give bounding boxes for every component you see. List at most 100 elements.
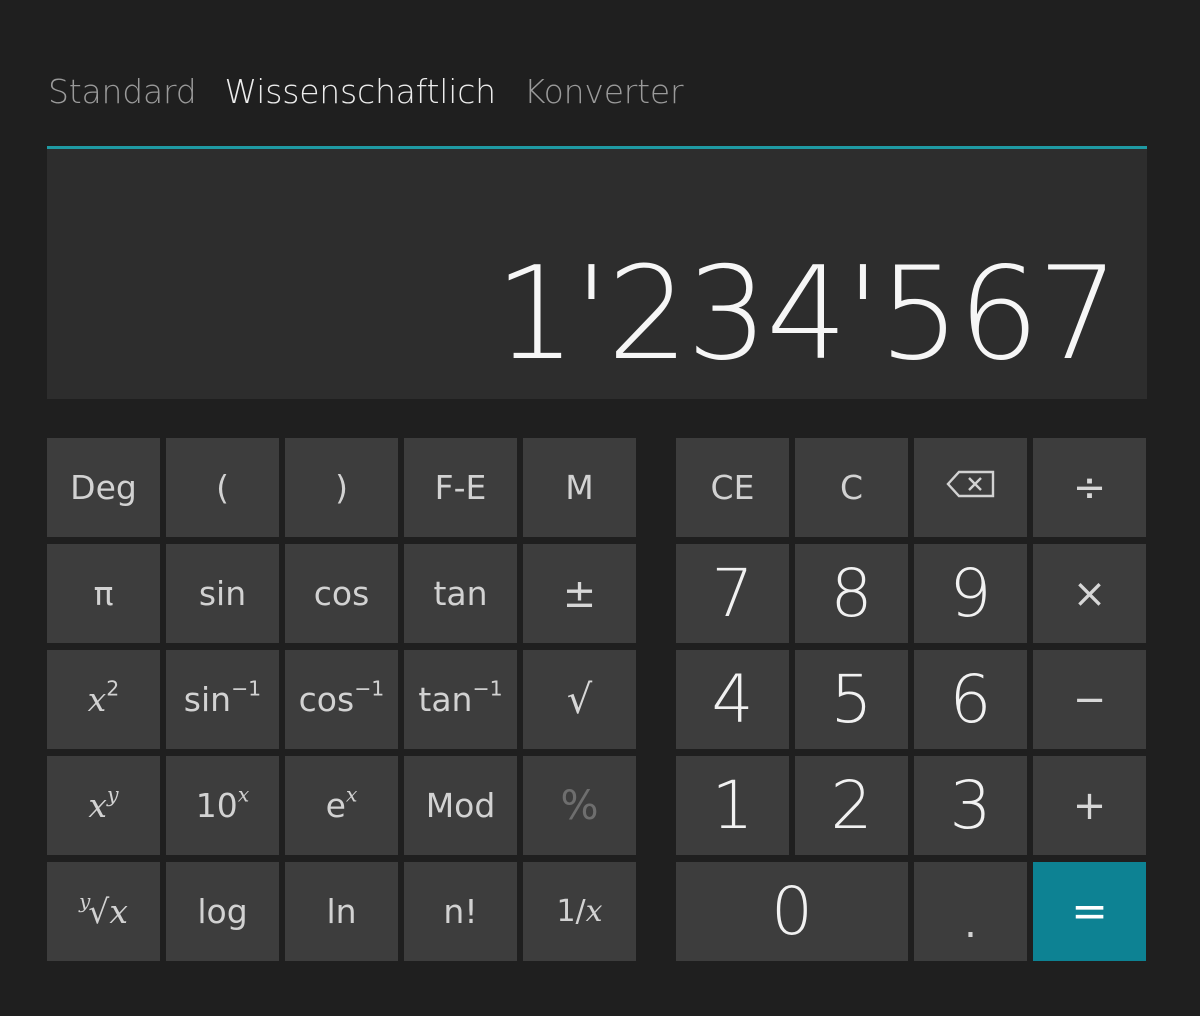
multiply-button[interactable]: × [1033, 544, 1146, 643]
asin-button[interactable]: sin−1 [166, 650, 279, 749]
tan-button[interactable]: tan [404, 544, 517, 643]
clear-entry-button[interactable]: CE [676, 438, 789, 537]
plus-minus-label: ± [562, 570, 597, 617]
equals-button[interactable]: = [1033, 862, 1146, 961]
fe-button[interactable]: F-E [404, 438, 517, 537]
digit-9-button[interactable]: 9 [914, 544, 1027, 643]
ten-power-button[interactable]: 10x [166, 756, 279, 855]
deg-button[interactable]: Deg [47, 438, 160, 537]
sqrt-label: √ [566, 676, 593, 723]
ten-power-exponent: x [237, 782, 250, 807]
divide-button[interactable]: ÷ [1033, 438, 1146, 537]
digit-5-label: 5 [830, 661, 873, 738]
tan-label: tan [433, 574, 488, 613]
exp-button[interactable]: ex [285, 756, 398, 855]
tab-scientific[interactable]: Wissenschaftlich [225, 72, 497, 111]
pi-button[interactable]: π [47, 544, 160, 643]
plus-label: + [1072, 782, 1107, 829]
ln-button[interactable]: ln [285, 862, 398, 961]
log-button[interactable]: log [166, 862, 279, 961]
acos-exponent: −1 [354, 676, 385, 701]
decimal-button[interactable]: . [914, 862, 1027, 961]
acos-button[interactable]: cos−1 [285, 650, 398, 749]
log-label: log [197, 892, 248, 931]
digit-5-button[interactable]: 5 [795, 650, 908, 749]
ln-label: ln [326, 892, 357, 931]
mod-button[interactable]: Mod [404, 756, 517, 855]
sin-button[interactable]: sin [166, 544, 279, 643]
plus-minus-button[interactable]: ± [523, 544, 636, 643]
nth-root-button[interactable]: y√x [47, 862, 160, 961]
square-exponent: 2 [106, 676, 120, 701]
asin-base: sin [183, 680, 232, 719]
close-paren-label: ) [335, 468, 348, 507]
open-paren-button[interactable]: ( [166, 438, 279, 537]
pi-label: π [93, 574, 114, 613]
exp-label: ex [325, 782, 358, 825]
digit-3-button[interactable]: 3 [914, 756, 1027, 855]
atan-exponent: −1 [472, 676, 503, 701]
digit-4-button[interactable]: 4 [676, 650, 789, 749]
percent-label: % [560, 782, 599, 829]
clear-button[interactable]: C [795, 438, 908, 537]
open-paren-label: ( [216, 468, 229, 507]
digit-7-button[interactable]: 7 [676, 544, 789, 643]
percent-button[interactable]: % [523, 756, 636, 855]
sqrt-button[interactable]: √ [523, 650, 636, 749]
display-value: 1'234'567 [494, 240, 1119, 389]
cos-button[interactable]: cos [285, 544, 398, 643]
power-label: xy [88, 782, 119, 825]
factorial-button[interactable]: n! [404, 862, 517, 961]
cos-label: cos [313, 574, 370, 613]
sin-label: sin [198, 574, 247, 613]
ten-power-label: 10x [195, 782, 250, 825]
mode-tabs: Standard Wissenschaftlich Konverter [48, 72, 684, 122]
minus-button[interactable]: − [1033, 650, 1146, 749]
square-base: x [87, 680, 107, 719]
digit-3-label: 3 [949, 767, 992, 844]
ten-power-base: 10 [195, 786, 238, 825]
asin-exponent: −1 [231, 676, 262, 701]
exp-exponent: x [345, 782, 358, 807]
reciprocal-num: 1/ [556, 894, 586, 929]
digit-0-button[interactable]: 0 [676, 862, 908, 961]
digit-2-button[interactable]: 2 [795, 756, 908, 855]
acos-base: cos [298, 680, 355, 719]
calculator-app: Standard Wissenschaftlich Konverter 1'23… [0, 0, 1200, 1016]
minus-label: − [1072, 676, 1107, 723]
digit-0-label: 0 [771, 873, 813, 950]
backspace-button[interactable] [914, 438, 1027, 537]
nth-root-label: y√x [79, 890, 128, 931]
power-button[interactable]: xy [47, 756, 160, 855]
digit-1-button[interactable]: 1 [676, 756, 789, 855]
decimal-label: . [964, 901, 977, 947]
power-exponent: y [107, 782, 119, 807]
square-button[interactable]: x2 [47, 650, 160, 749]
multiply-label: × [1072, 570, 1107, 617]
digit-2-label: 2 [830, 767, 873, 844]
equals-label: = [1071, 886, 1108, 937]
memory-label: M [565, 468, 594, 507]
root-sign: √ [88, 892, 110, 931]
acos-label: cos−1 [298, 676, 385, 719]
divide-label: ÷ [1072, 464, 1107, 511]
tab-converter[interactable]: Konverter [524, 72, 684, 111]
plus-button[interactable]: + [1033, 756, 1146, 855]
memory-button[interactable]: M [523, 438, 636, 537]
digit-6-label: 6 [949, 661, 992, 738]
clear-label: C [839, 468, 864, 507]
reciprocal-button[interactable]: 1/x [523, 862, 636, 961]
tab-standard[interactable]: Standard [48, 72, 197, 111]
digit-6-button[interactable]: 6 [914, 650, 1027, 749]
atan-button[interactable]: tan−1 [404, 650, 517, 749]
deg-label: Deg [70, 468, 137, 507]
digit-9-label: 9 [949, 555, 992, 632]
digit-8-button[interactable]: 8 [795, 544, 908, 643]
power-base: x [88, 786, 108, 825]
mod-label: Mod [425, 786, 496, 825]
exp-base: e [325, 786, 346, 825]
close-paren-button[interactable]: ) [285, 438, 398, 537]
atan-base: tan [418, 680, 473, 719]
clear-entry-label: CE [710, 468, 755, 507]
asin-label: sin−1 [183, 676, 262, 719]
